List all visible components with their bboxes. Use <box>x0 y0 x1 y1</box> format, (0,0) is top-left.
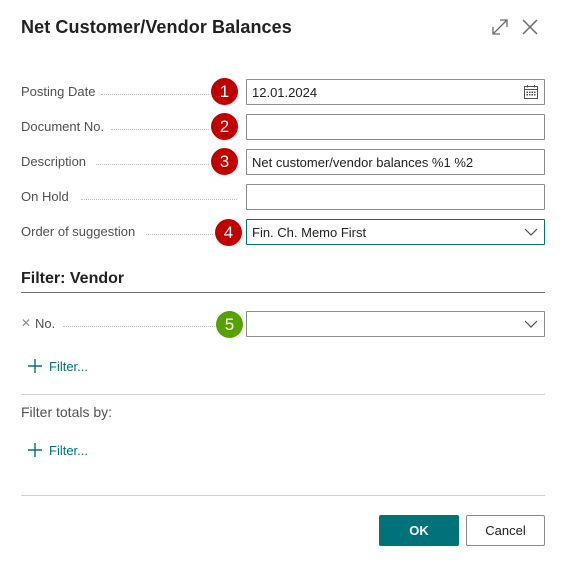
callout-badge-5: 5 <box>216 311 243 338</box>
remove-filter-icon[interactable]: ✕ <box>21 316 31 330</box>
leader-dots <box>81 199 237 200</box>
section-divider <box>21 394 545 395</box>
expand-button[interactable] <box>489 16 511 38</box>
order-of-suggestion-select[interactable]: Fin. Ch. Memo First <box>246 219 545 245</box>
document-no-label: Document No. <box>21 119 111 134</box>
cancel-button[interactable]: Cancel <box>466 515 545 546</box>
on-hold-field[interactable] <box>246 184 545 210</box>
on-hold-label: On Hold <box>21 189 75 204</box>
chevron-down-icon <box>524 320 538 328</box>
calendar-icon[interactable] <box>523 84 539 100</box>
dialog-title: Net Customer/Vendor Balances <box>21 17 292 37</box>
add-totals-filter-label: Filter... <box>49 443 89 458</box>
vendor-no-select[interactable] <box>246 311 545 337</box>
expand-icon <box>492 19 508 35</box>
footer-divider <box>21 495 545 496</box>
description-label: Description <box>21 154 93 169</box>
close-button[interactable] <box>519 16 541 38</box>
filter-vendor-heading: Filter: Vendor <box>21 270 125 287</box>
posting-date-field[interactable]: 12.01.2024 <box>246 79 545 105</box>
posting-date-row: Posting Date 12.01.2024 <box>21 79 545 105</box>
vendor-no-label: No. <box>35 316 62 331</box>
leader-dots <box>101 94 229 95</box>
add-vendor-filter-label: Filter... <box>49 359 89 374</box>
plus-icon <box>28 443 42 457</box>
plus-icon <box>28 359 42 373</box>
add-vendor-filter-link[interactable]: Filter... <box>27 358 88 374</box>
posting-date-value: 12.01.2024 <box>252 85 318 100</box>
leader-dots <box>63 326 235 327</box>
on-hold-row: On Hold <box>21 184 545 210</box>
document-no-field[interactable] <box>246 114 545 140</box>
section-divider <box>21 292 545 293</box>
ok-button[interactable]: OK <box>379 515 459 546</box>
posting-date-label: Posting Date <box>21 84 102 99</box>
leader-dots <box>96 164 229 165</box>
order-of-suggestion-value: Fin. Ch. Memo First <box>252 225 367 240</box>
filter-totals-label: Filter totals by: <box>21 404 113 420</box>
callout-badge-3: 3 <box>211 148 238 175</box>
callout-badge-4: 4 <box>215 219 242 246</box>
order-of-suggestion-label: Order of suggestion <box>21 224 142 239</box>
description-row: Description Net customer/vendor balances… <box>21 149 545 175</box>
description-value: Net customer/vendor balances %1 %2 <box>252 155 474 170</box>
document-no-row: Document No. <box>21 114 545 140</box>
callout-badge-1: 1 <box>211 78 238 105</box>
order-of-suggestion-row: Order of suggestion Fin. Ch. Memo First <box>21 219 545 245</box>
chevron-down-icon <box>524 228 538 236</box>
add-totals-filter-link[interactable]: Filter... <box>27 442 88 458</box>
description-field[interactable]: Net customer/vendor balances %1 %2 <box>246 149 545 175</box>
callout-badge-2: 2 <box>211 113 238 140</box>
vendor-no-filter-row: ✕ No. <box>21 311 545 337</box>
close-icon <box>522 19 538 35</box>
